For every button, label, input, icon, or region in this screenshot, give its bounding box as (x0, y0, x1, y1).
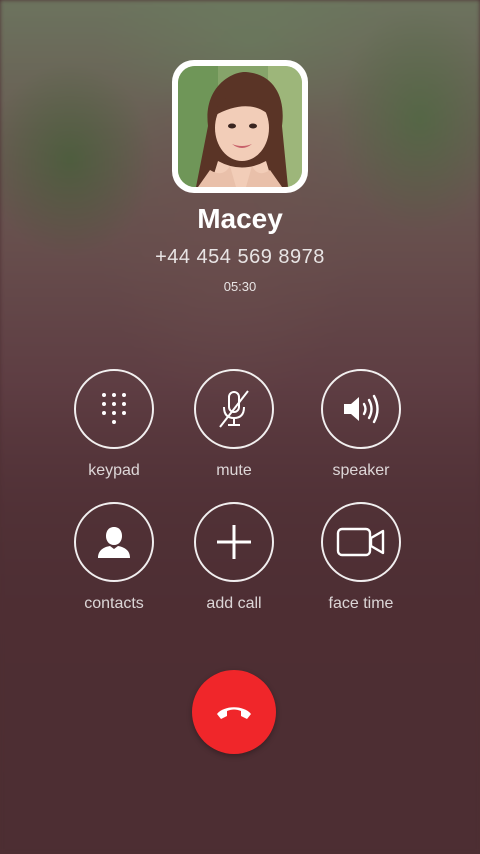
speaker-label: speaker (332, 462, 390, 479)
phone-hangup-icon (217, 707, 251, 719)
face-time-label: face time (328, 595, 394, 612)
speaker-icon (344, 394, 379, 424)
keypad-control: keypad (54, 369, 174, 480)
speaker-button[interactable] (321, 369, 401, 449)
add-call-button[interactable] (194, 502, 274, 582)
caller-number: +44 454 569 8978 (155, 246, 325, 268)
person-icon (98, 527, 130, 558)
contacts-control: contacts (54, 502, 174, 613)
caller-photo (178, 66, 302, 187)
mute-control: mute (174, 369, 294, 480)
end-call-button[interactable] (192, 670, 276, 754)
keypad-button[interactable] (74, 369, 154, 449)
add-call-control: add call (174, 502, 294, 613)
video-camera-icon (336, 527, 385, 557)
keypad-icon (102, 393, 126, 424)
speaker-control: speaker (301, 369, 421, 480)
keypad-label: keypad (88, 462, 140, 479)
contacts-button[interactable] (74, 502, 154, 582)
plus-icon (217, 525, 251, 559)
caller-avatar (172, 60, 308, 193)
call-timer: 05:30 (223, 279, 257, 294)
face-time-control: face time (301, 502, 421, 613)
mute-button[interactable] (194, 369, 274, 449)
caller-name: Macey (197, 203, 283, 234)
contacts-label: contacts (84, 595, 144, 612)
mute-label: mute (216, 462, 252, 479)
add-call-label: add call (206, 595, 262, 612)
mic-off-icon (219, 390, 249, 428)
face-time-button[interactable] (321, 502, 401, 582)
